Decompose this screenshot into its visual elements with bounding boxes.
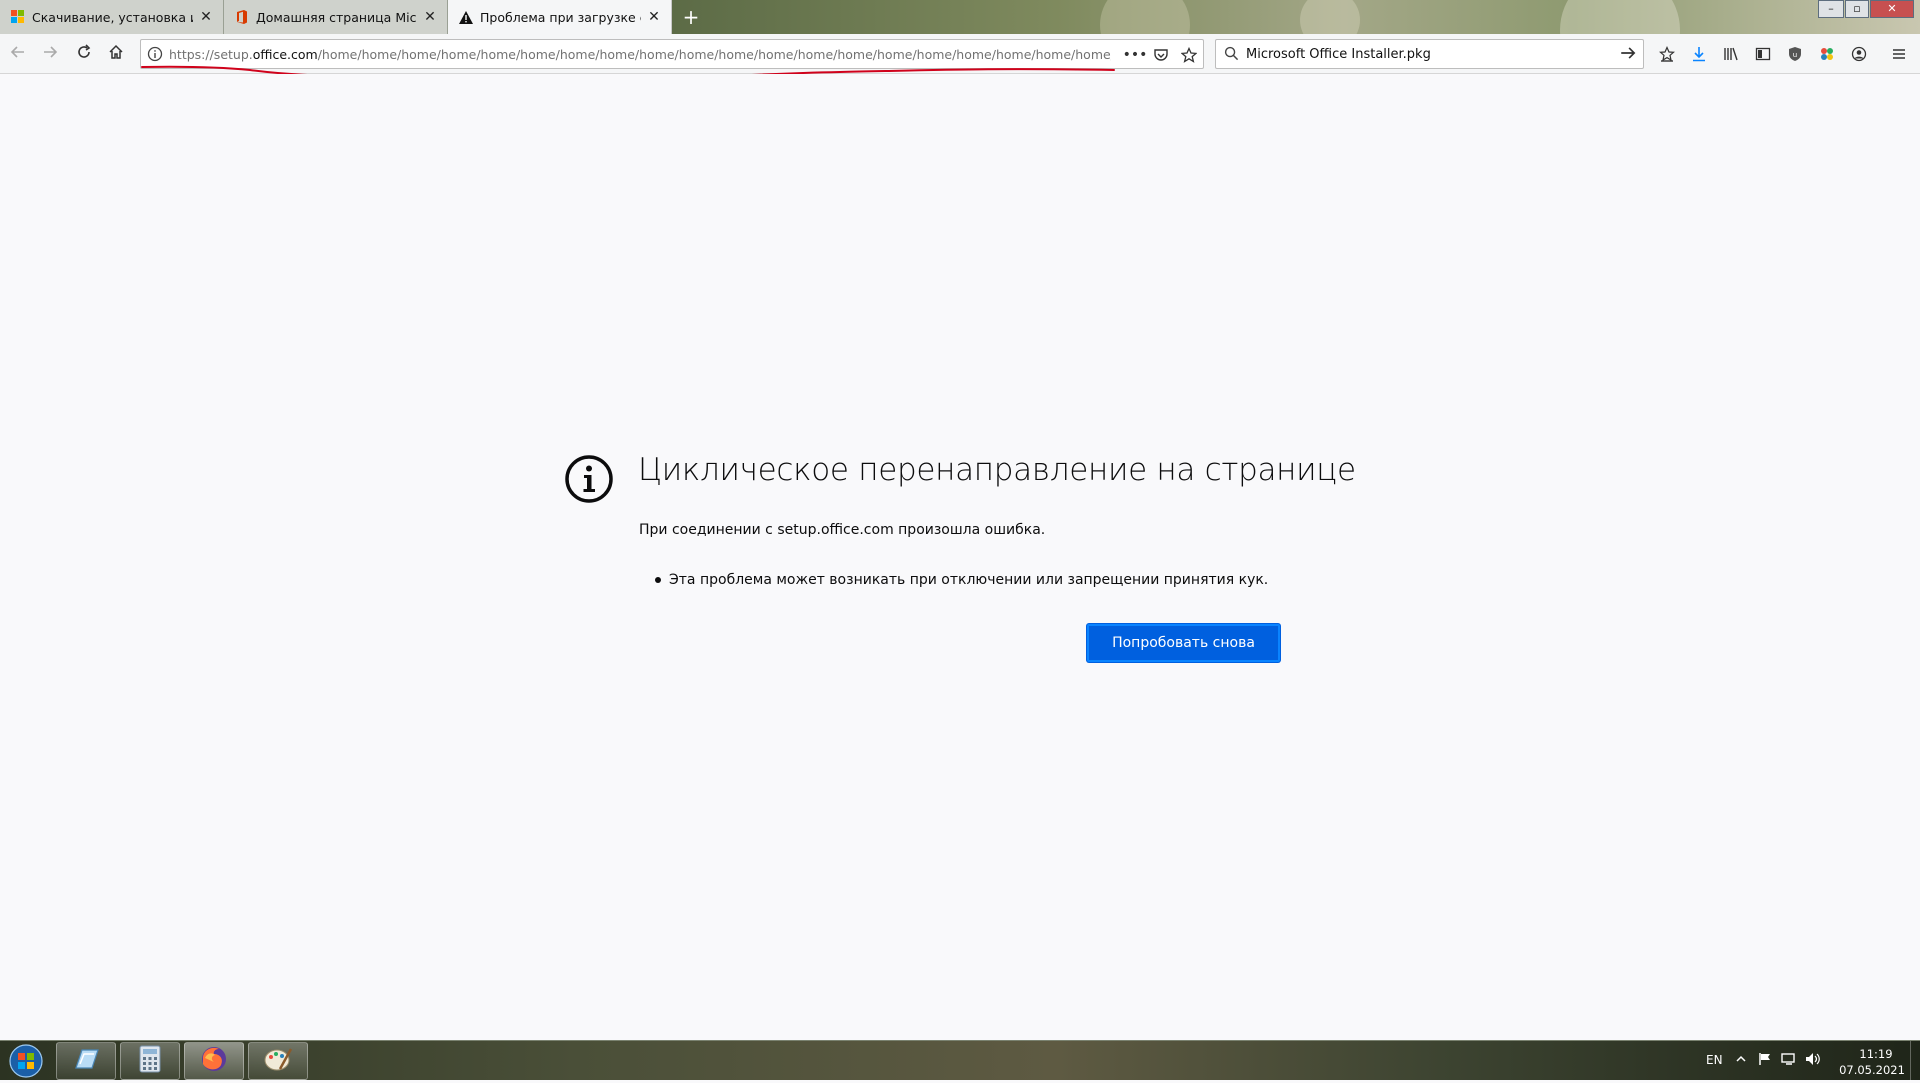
volume-icon[interactable] <box>1805 1052 1821 1069</box>
page-actions-icon[interactable]: ••• <box>1123 43 1148 67</box>
arrow-right-icon <box>42 44 58 64</box>
pocket-icon[interactable] <box>1149 43 1173 67</box>
menu-hamburger-icon[interactable] <box>1887 42 1911 66</box>
maximize-button[interactable]: ▫ <box>1845 0 1869 18</box>
download-icon[interactable] <box>1687 42 1711 66</box>
search-go-icon[interactable] <box>1619 44 1637 66</box>
tab-label: Скачивание, установка и пов <box>32 9 193 25</box>
windows-icon <box>10 9 26 25</box>
wallpaper-decor <box>1100 0 1190 34</box>
back-button[interactable] <box>4 40 32 68</box>
clock-time[interactable]: 11:19 <box>1845 1047 1907 1061</box>
close-tab-icon[interactable]: ✕ <box>197 8 215 26</box>
action-center-flag-icon[interactable] <box>1758 1052 1772 1069</box>
minimize-button[interactable]: – <box>1818 0 1844 18</box>
warning-icon <box>458 9 474 25</box>
taskbar-app-explorer[interactable] <box>56 1042 116 1080</box>
taskbar-app-paint[interactable] <box>248 1042 308 1080</box>
search-bar[interactable]: Microsoft Office Installer.pkg <box>1215 39 1644 69</box>
wallpaper-decor <box>1300 0 1360 34</box>
account-icon[interactable] <box>1847 42 1871 66</box>
show-hidden-icons-icon[interactable] <box>1736 1053 1746 1067</box>
tab-load-problem[interactable]: Проблема при загрузке стран ✕ <box>448 0 672 34</box>
shield-icon[interactable]: u <box>1783 42 1807 66</box>
url-host: office.com <box>252 47 318 62</box>
error-bullet-item: Эта проблема может возникать при отключе… <box>655 572 1268 588</box>
url-scheme: https://setup. <box>169 47 253 62</box>
taskbar-app-firefox[interactable] <box>184 1042 244 1080</box>
svg-text:u: u <box>1793 51 1797 59</box>
home-button[interactable] <box>102 40 130 68</box>
url-path: /home/home/home/home/home/home/home/home… <box>317 47 1111 62</box>
info-circle-icon <box>564 454 614 504</box>
close-window-button[interactable]: ✕ <box>1870 0 1914 18</box>
language-indicator[interactable]: EN <box>1706 1053 1723 1067</box>
firefox-icon <box>199 1044 229 1078</box>
office-icon <box>234 9 250 25</box>
tab-label: Проблема при загрузке стран <box>480 9 641 25</box>
taskbar-app-calculator[interactable] <box>120 1042 180 1080</box>
windows-start-icon <box>4 1044 44 1083</box>
bullet-text: Эта проблема может возникать при отключе… <box>669 572 1269 588</box>
error-description: При соединении с setup.office.com произо… <box>639 522 1046 538</box>
tab-label: Домашняя страница Microsof <box>256 9 417 25</box>
tab-strip: Скачивание, установка и пов ✕ Домашняя с… <box>0 0 1920 34</box>
sidebar-icon[interactable] <box>1751 42 1775 66</box>
tab-download-install[interactable]: Скачивание, установка и пов ✕ <box>0 0 224 34</box>
explorer-icon <box>72 1046 100 1076</box>
forward-button[interactable] <box>36 40 64 68</box>
calculator-icon <box>138 1045 162 1077</box>
retry-button[interactable]: Попробовать снова <box>1087 624 1280 662</box>
clock-date[interactable]: 07.05.2021 <box>1832 1063 1912 1077</box>
reload-button[interactable] <box>70 40 98 68</box>
error-title: Циклическое перенаправление на странице <box>638 452 1356 488</box>
library-icon[interactable] <box>1719 42 1743 66</box>
reload-icon <box>76 44 92 64</box>
close-tab-icon[interactable]: ✕ <box>421 8 439 26</box>
tab-office-home[interactable]: Домашняя страница Microsof ✕ <box>224 0 448 34</box>
saved-pages-icon[interactable] <box>1655 42 1679 66</box>
paint-icon <box>263 1045 293 1077</box>
extension-icon[interactable] <box>1815 42 1839 66</box>
search-input[interactable]: Microsoft Office Installer.pkg <box>1246 47 1431 62</box>
page-content <box>0 74 1920 1040</box>
wallpaper-decor <box>1560 0 1680 34</box>
close-tab-icon[interactable]: ✕ <box>645 8 663 26</box>
bullet-dot <box>655 577 661 583</box>
show-desktop-button[interactable] <box>1910 1041 1920 1081</box>
search-icon <box>1224 46 1239 65</box>
network-icon[interactable] <box>1781 1052 1797 1069</box>
arrow-left-icon <box>10 44 26 64</box>
new-tab-button[interactable]: + <box>678 4 704 30</box>
bookmark-star-icon[interactable] <box>1177 43 1201 67</box>
taskbar: EN 11:19 07.05.2021 <box>0 1040 1920 1081</box>
start-button[interactable] <box>4 1043 48 1079</box>
home-icon <box>108 44 124 64</box>
